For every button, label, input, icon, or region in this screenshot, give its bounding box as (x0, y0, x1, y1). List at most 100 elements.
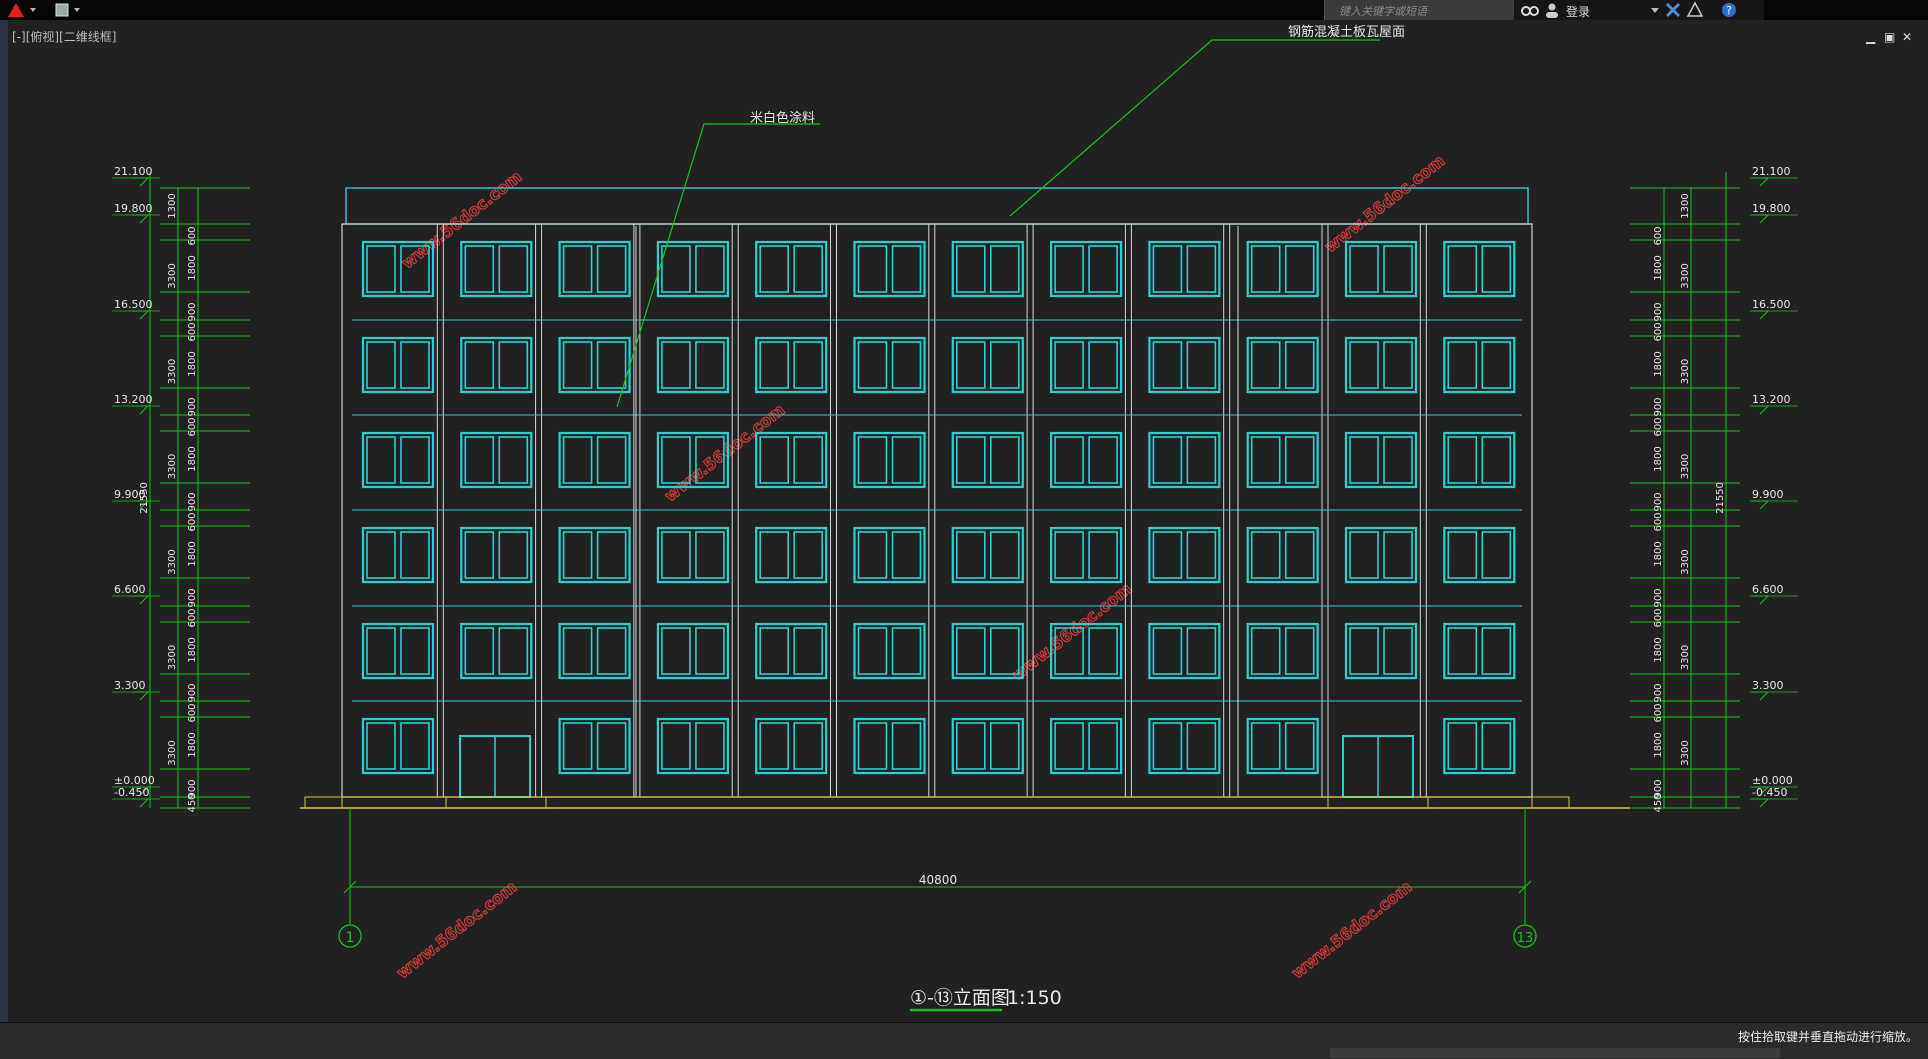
window (558, 717, 631, 775)
window-pane (464, 436, 495, 484)
window (558, 431, 631, 489)
window (1344, 431, 1418, 489)
window-pane (989, 341, 1020, 389)
window-frame (361, 622, 435, 680)
window-pane (695, 722, 725, 770)
window (853, 431, 926, 489)
window-pane (1284, 341, 1315, 389)
window (1049, 431, 1123, 489)
window-pane (1054, 722, 1084, 770)
window-frame (558, 622, 631, 680)
window (558, 526, 631, 584)
window (1148, 240, 1221, 298)
window-pane (596, 627, 627, 675)
dim-segment-label: 600 (187, 226, 198, 245)
window-pane (793, 627, 824, 675)
window-pane (1152, 341, 1183, 389)
dim-floor-label: 3300 (167, 359, 178, 384)
window (460, 240, 533, 298)
window-frame (853, 336, 926, 394)
window-frame (460, 526, 533, 584)
window-pane (891, 341, 922, 389)
window-frame (853, 240, 926, 298)
window-pane (1481, 245, 1512, 293)
window-pane (793, 436, 824, 484)
dim-floor-label: 3300 (1680, 454, 1691, 479)
window-pane (400, 436, 430, 484)
window (755, 431, 828, 489)
window-pane (1186, 245, 1217, 293)
drawing-scale: 1:150 (1007, 987, 1062, 1009)
dim-base-label: 450 (1653, 793, 1664, 812)
elevation-label: 3.300 (114, 679, 146, 692)
window-pane (1088, 627, 1118, 675)
window-pane (955, 627, 986, 675)
dim-total-label: 21550 (139, 482, 150, 514)
dim-floor-label: 3300 (167, 263, 178, 288)
window-pane (400, 531, 430, 579)
dim-segment-label: 1800 (187, 255, 198, 280)
window-pane (695, 627, 725, 675)
dim-segment-label: 1800 (1653, 446, 1664, 471)
window-pane (366, 245, 396, 293)
window-frame (853, 622, 926, 680)
window-frame (755, 526, 828, 584)
window (1246, 717, 1319, 775)
window-pane (366, 341, 396, 389)
elevation-label: 21.100 (114, 165, 153, 178)
drawing-canvas[interactable]: www.56doc.com www.56doc.comwww.56doc.comw… (0, 0, 1928, 1022)
window-pane (464, 245, 495, 293)
elevation-label: 16.500 (114, 298, 153, 311)
command-line[interactable] (1330, 1048, 1780, 1058)
steps-left (445, 796, 547, 809)
dim-segment-label: 900 (187, 397, 198, 416)
window-pane (562, 722, 593, 770)
window-pane (695, 245, 725, 293)
window (1246, 431, 1319, 489)
window-pane (1447, 531, 1478, 579)
window (1148, 336, 1221, 394)
window-pane (366, 722, 396, 770)
window-pane (1054, 341, 1084, 389)
elevation-label: 21.100 (1752, 165, 1791, 178)
watermark-text: www.56doc.com (393, 877, 520, 982)
window-pane (661, 245, 691, 293)
window (1148, 622, 1221, 680)
window (460, 526, 533, 584)
window-pane (1481, 531, 1512, 579)
window-pane (1349, 436, 1379, 484)
window-pane (1152, 722, 1183, 770)
window (361, 526, 435, 584)
window-pane (1088, 245, 1118, 293)
window (1344, 336, 1418, 394)
window-pane (1186, 436, 1217, 484)
watermark-text: www.56doc.com (1288, 877, 1415, 982)
window-pane (989, 245, 1020, 293)
window (853, 336, 926, 394)
window-pane (498, 531, 529, 579)
window-frame (1148, 622, 1221, 680)
dim-floor-label: 3300 (1680, 263, 1691, 288)
window (361, 717, 435, 775)
window (1443, 717, 1516, 775)
annotation-paint: 米白色涂料 (750, 110, 815, 126)
window-pane (1250, 436, 1281, 484)
window-frame (755, 240, 828, 298)
steps-corner-left (304, 796, 343, 809)
window (1148, 526, 1221, 584)
window-pane (759, 436, 790, 484)
window-frame (1246, 336, 1319, 394)
window-pane (1447, 245, 1478, 293)
window-pane (857, 627, 888, 675)
dim-floor-label: 3300 (167, 549, 178, 574)
leader-roof: 钢筋混凝土板瓦屋面 (1009, 24, 1405, 217)
dim-segment-label: 900 (187, 683, 198, 702)
elevation-label: 13.200 (1752, 393, 1791, 406)
window-pane (1481, 436, 1512, 484)
window-pane (1284, 722, 1315, 770)
window-pane (1152, 245, 1183, 293)
window-frame (1344, 622, 1418, 680)
window-pane (1383, 245, 1413, 293)
window-frame (755, 336, 828, 394)
window-pane (596, 245, 627, 293)
